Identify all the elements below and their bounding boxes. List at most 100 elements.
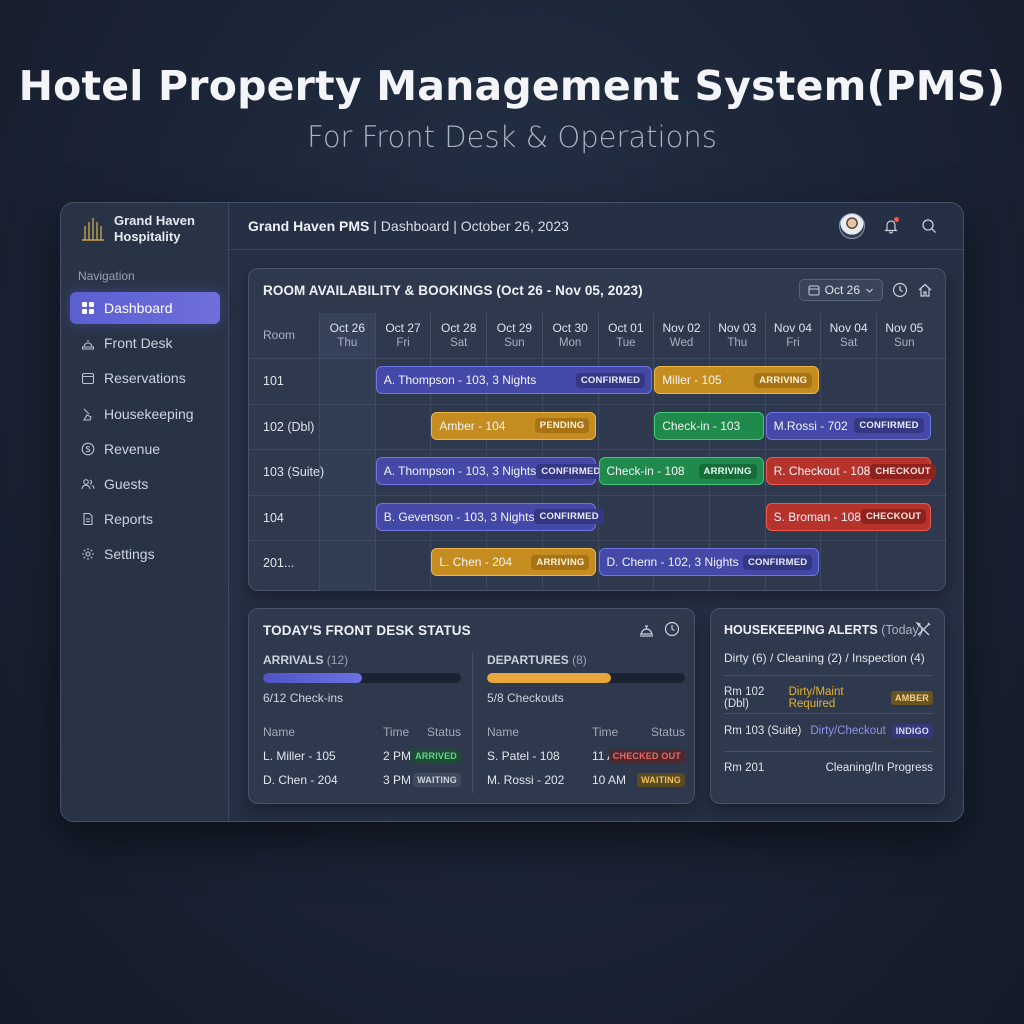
- guest-name: S. Patel - 108: [487, 749, 560, 763]
- clock-icon[interactable]: [664, 621, 680, 637]
- day-column-header: Nov 03 Thu: [708, 313, 765, 358]
- booking-bar[interactable]: Check-in - 103: [654, 411, 764, 440]
- hero-title: Hotel Property Management System(PMS): [18, 62, 1006, 110]
- breadcrumb-date: October 26, 2023: [460, 218, 569, 234]
- clock-icon[interactable]: [892, 282, 908, 298]
- day-date: Nov 03: [718, 321, 757, 335]
- guest-name: L. Miller - 105: [263, 749, 336, 763]
- room-label: 104: [263, 510, 284, 525]
- day-weekday: Sat: [450, 337, 468, 349]
- day-column-header: Nov 02 Wed: [653, 313, 709, 358]
- brand-line-1: Grand Haven: [114, 213, 195, 228]
- breadcrumb-app[interactable]: Grand Haven PMS: [248, 218, 369, 234]
- day-date: Oct 30: [552, 321, 588, 335]
- booking-status-tag: CHECKOUT: [860, 509, 927, 525]
- booking-bar[interactable]: L. Chen - 204 ARRIVING: [431, 548, 597, 577]
- day-date: Nov 02: [662, 321, 701, 335]
- booking-status-tag: CHECKOUT: [870, 463, 936, 479]
- row-divider: [724, 713, 933, 714]
- booking-bar[interactable]: Check-in - 108 ARRIVING: [598, 457, 764, 486]
- concierge-bell-icon[interactable]: [638, 621, 655, 638]
- booking-bar[interactable]: A. Thompson - 103, 3 Nights CONFIRMED: [375, 457, 606, 486]
- breadcrumb: Grand Haven PMS | Dashboard | October 26…: [248, 218, 569, 234]
- sidebar-item-settings[interactable]: Settings: [70, 538, 220, 570]
- tools-icon[interactable]: [915, 621, 932, 638]
- booking-label: S. Broman - 108: [773, 509, 861, 524]
- booking-label: L. Chen - 204: [439, 555, 513, 570]
- sidebar-item-guests[interactable]: Guests: [70, 468, 220, 500]
- alert-status-group: Dirty/Checkout INDIGO: [810, 724, 933, 738]
- row-divider: [724, 675, 933, 676]
- day-weekday: Sun: [504, 337, 525, 349]
- booking-label: R. Checkout - 108: [773, 464, 871, 479]
- hero-subtitle: For Front Desk & Operations: [307, 120, 717, 154]
- sidebar-nav: Dashboard Front Desk Reservations Housekeep…: [70, 292, 220, 574]
- brand[interactable]: Grand Haven Hospitality: [81, 213, 195, 245]
- booking-bar[interactable]: R. Checkout - 108 CHECKOUT: [765, 457, 936, 486]
- sidebar-item-dashboard[interactable]: Dashboard: [70, 292, 220, 324]
- grid-row-line: [249, 494, 947, 496]
- status-badge: ARRIVED: [411, 749, 461, 763]
- booking-bar[interactable]: B. Gevenson - 103, 3 Nights CONFIRMED: [375, 502, 604, 531]
- booking-status-tag: CONFIRMED: [534, 509, 604, 525]
- day-date: Nov 04: [829, 321, 868, 335]
- housekeeping-alert-row[interactable]: Rm 102 (Dbl) Dirty/Maint Required AMBER: [724, 686, 933, 710]
- sidebar-item-revenue[interactable]: Revenue: [70, 433, 220, 465]
- topbar-actions: [839, 213, 941, 239]
- sidebar-item-front-desk[interactable]: Front Desk: [70, 327, 220, 359]
- housekeeping-alerts-card: HOUSEKEEPING ALERTS (Today) Dirty (6) / …: [710, 608, 945, 804]
- alert-room: Rm 201: [724, 762, 765, 774]
- user-avatar[interactable]: [839, 213, 865, 239]
- day-weekday: Thu: [337, 337, 358, 349]
- day-date: Oct 26: [329, 321, 366, 335]
- sidebar-item-housekeeping[interactable]: Housekeeping: [70, 398, 220, 430]
- guest-name: M. Rossi - 202: [487, 773, 565, 787]
- housekeeping-alert-row[interactable]: Rm 103 (Suite) Dirty/Checkout INDIGO: [724, 724, 933, 738]
- alert-status-group: Cleaning/In Progress: [826, 762, 933, 774]
- sidebar-item-label: Front Desk: [104, 335, 173, 352]
- booking-label: Check-in - 103: [662, 418, 741, 433]
- booking-grid: Room Oct 26 Thu Oct 27 Fri Oct 28 Sat Oct 29 Su…: [249, 313, 947, 591]
- booking-bar[interactable]: Amber - 104 PENDING: [431, 411, 597, 440]
- search-button[interactable]: [917, 214, 941, 238]
- day-weekday: Thu: [727, 337, 748, 349]
- status-badge: WAITING: [637, 773, 685, 787]
- day-column-header: Oct 27 Fri: [374, 313, 431, 358]
- document-icon: [83, 513, 93, 526]
- booking-label: D. Chenn - 102, 3 Nights: [606, 555, 739, 570]
- room-label: 101: [263, 374, 284, 388]
- booking-label: A. Thompson - 103, 3 Nights: [383, 373, 537, 387]
- booking-bar[interactable]: A. Thompson - 103, 3 Nights CONFIRMED: [375, 366, 653, 394]
- sidebar: Grand Haven Hospitality Navigation Dashb…: [61, 203, 229, 821]
- sidebar-item-reservations[interactable]: Reservations: [70, 362, 220, 394]
- calendar-icon: [808, 285, 820, 296]
- home-icon[interactable]: [917, 282, 933, 298]
- dollar-icon: [81, 442, 95, 456]
- gear-icon: [82, 548, 94, 561]
- day-column-header: Oct 28 Sat: [430, 313, 486, 358]
- row-divider: [724, 751, 933, 752]
- day-weekday: Mon: [558, 337, 582, 349]
- sidebar-item-reports[interactable]: Reports: [70, 503, 220, 535]
- booking-status-tag: ARRIVING: [754, 372, 813, 388]
- date-picker[interactable]: Oct 26: [798, 279, 883, 301]
- day-date: Oct 29: [496, 321, 533, 335]
- day-column-header: Nov 05 Sun: [876, 313, 932, 358]
- alert-room: Rm 103 (Suite): [724, 725, 802, 737]
- booking-bar[interactable]: D. Chenn - 102, 3 Nights CONFIRMED: [598, 548, 820, 577]
- grid-row-line: [249, 449, 947, 451]
- notifications-button[interactable]: [879, 214, 903, 238]
- grid-row-line: [249, 403, 947, 405]
- day-column-header: Oct 26 Thu: [319, 313, 375, 358]
- day-weekday: Sun: [894, 337, 915, 349]
- search-icon: [922, 219, 936, 233]
- booking-bar[interactable]: S. Broman - 108 CHECKOUT: [765, 502, 931, 531]
- booking-bar[interactable]: Miller - 105 ARRIVING: [654, 366, 820, 394]
- housekeeping-title-text: HOUSEKEEPING ALERTS: [724, 623, 878, 637]
- day-column-header: Oct 01 Tue: [597, 313, 654, 358]
- housekeeping-alert-row[interactable]: Rm 201 Cleaning/In Progress: [724, 762, 933, 774]
- breadcrumb-section[interactable]: Dashboard: [381, 218, 450, 234]
- day-weekday: Fri: [786, 337, 800, 349]
- booking-bar[interactable]: M.Rossi - 702 CONFIRMED: [765, 411, 931, 440]
- notification-dot: [894, 217, 899, 222]
